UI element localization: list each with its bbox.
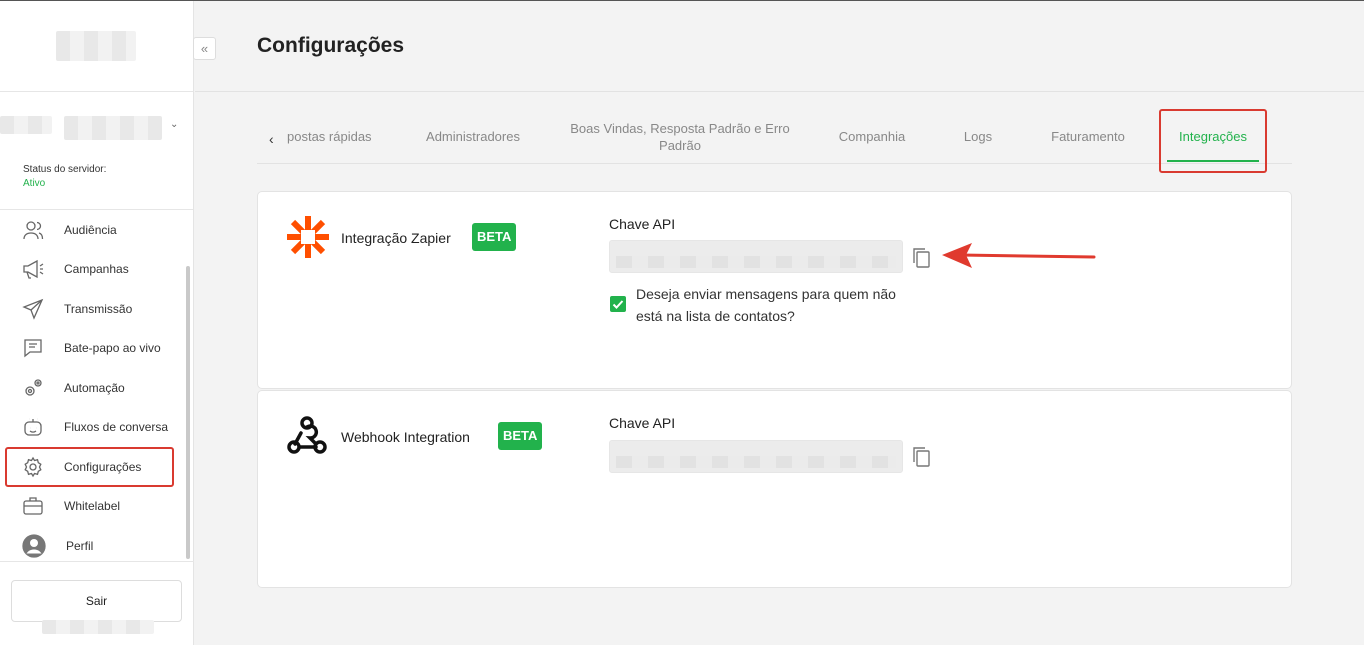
sidebar-nav: Audiência Campanhas Transmissão Bate-pap… xyxy=(0,210,194,566)
send-icon xyxy=(22,298,44,320)
tab-label: postas rápidas xyxy=(287,129,372,144)
page-header: Configurações xyxy=(195,1,1364,92)
api-key-input[interactable] xyxy=(609,240,903,273)
integration-name: Integração Zapier xyxy=(341,230,451,246)
beta-badge: BETA xyxy=(472,223,517,251)
tab-label: Boas Vindas, Resposta Padrão e Erro Padr… xyxy=(570,120,790,153)
sidebar-item-label: Configurações xyxy=(64,459,142,474)
page-title: Configurações xyxy=(257,34,405,57)
double-chevron-left-icon: « xyxy=(200,41,209,56)
footer-blurred xyxy=(42,620,154,634)
tab-label: Integrações xyxy=(1179,129,1247,144)
webhook-logo-icon xyxy=(287,416,327,454)
copy-api-key-button[interactable] xyxy=(910,246,932,270)
tab-respostas-rapidas[interactable]: postas rápidas xyxy=(287,109,377,164)
copy-icon xyxy=(913,447,930,467)
sidebar-footer: Sair xyxy=(0,561,194,645)
tab-label: Administradores xyxy=(426,129,520,144)
sidebar-item-configuracoes[interactable]: Configurações xyxy=(5,447,174,487)
api-key-label: Chave API xyxy=(609,216,676,232)
chat-icon xyxy=(24,339,42,358)
chevron-down-icon[interactable]: ⌄ xyxy=(170,119,178,130)
sidebar-item-label: Audiência xyxy=(64,222,117,237)
beta-badge: BETA xyxy=(498,422,543,450)
server-status-value: Ativo xyxy=(23,178,46,189)
server-status-label: Status do servidor: xyxy=(23,164,107,175)
sidebar-item-whitelabel[interactable]: Whitelabel xyxy=(0,487,194,527)
api-key-label: Chave API xyxy=(609,415,676,431)
tab-label: Faturamento xyxy=(1051,129,1125,144)
tab-integracoes[interactable]: Integrações xyxy=(1159,109,1267,164)
tab-faturamento[interactable]: Faturamento xyxy=(1035,109,1141,164)
logo-area xyxy=(0,1,193,92)
send-to-non-contacts-checkbox[interactable] xyxy=(610,296,626,312)
avatar-icon xyxy=(22,534,46,558)
sidebar-item-bate-papo[interactable]: Bate-papo ao vivo xyxy=(0,329,194,369)
collapse-sidebar-button[interactable]: « xyxy=(193,37,216,60)
tab-label: Companhia xyxy=(838,129,906,144)
api-key-blurred xyxy=(616,456,896,468)
sidebar-item-label: Campanhas xyxy=(64,262,129,277)
sidebar-item-transmissao[interactable]: Transmissão xyxy=(0,289,194,329)
logout-button[interactable]: Sair xyxy=(11,580,182,622)
sidebar: ⌄ Status do servidor: Ativo Audiência Ca… xyxy=(0,1,194,645)
sidebar-item-fluxos[interactable]: Fluxos de conversa xyxy=(0,408,194,448)
settings-tabs: ‹ postas rápidas Administradores Boas Vi… xyxy=(257,109,1292,173)
sidebar-item-automacao[interactable]: Automação xyxy=(0,368,194,408)
webhook-integration-card: Webhook Integration BETA Chave API xyxy=(257,390,1292,588)
send-to-non-contacts-label: Deseja enviar mensagens para quem não es… xyxy=(636,286,896,324)
account-name-blurred xyxy=(0,116,52,134)
gear-icon xyxy=(24,456,42,478)
logo-blurred xyxy=(56,31,136,61)
sidebar-item-perfil[interactable]: Perfil xyxy=(0,526,194,566)
megaphone-icon xyxy=(23,260,44,279)
api-key-blurred xyxy=(616,256,896,268)
zapier-integration-card: Integração Zapier BETA Chave API Deseja … xyxy=(257,191,1292,389)
tab-label: Logs xyxy=(963,129,993,144)
account-name-blurred-2 xyxy=(64,116,162,140)
users-icon xyxy=(23,221,44,239)
api-key-input[interactable] xyxy=(609,440,903,473)
integration-name: Webhook Integration xyxy=(341,429,470,445)
copy-icon xyxy=(913,248,930,268)
sidebar-item-label: Bate-papo ao vivo xyxy=(64,341,161,356)
account-selector[interactable]: ⌄ Status do servidor: Ativo xyxy=(0,92,193,210)
sidebar-scrollbar[interactable] xyxy=(186,266,190,559)
sidebar-item-label: Whitelabel xyxy=(64,499,121,514)
gears-icon xyxy=(25,379,42,396)
checkmark-icon xyxy=(612,300,624,309)
tab-administradores[interactable]: Administradores xyxy=(412,109,534,164)
copy-api-key-button[interactable] xyxy=(910,445,932,469)
sidebar-item-label: Transmissão xyxy=(64,301,133,316)
tab-boas-vindas[interactable]: Boas Vindas, Resposta Padrão e Erro Padr… xyxy=(565,109,795,164)
zapier-logo-icon xyxy=(287,216,329,258)
sidebar-item-label: Perfil xyxy=(66,538,94,553)
sidebar-item-label: Fluxos de conversa xyxy=(64,420,169,435)
briefcase-icon xyxy=(23,497,43,515)
sidebar-item-audiencia[interactable]: Audiência xyxy=(0,210,194,250)
bot-icon xyxy=(24,418,42,436)
tab-companhia[interactable]: Companhia xyxy=(822,109,922,164)
tab-logs[interactable]: Logs xyxy=(947,109,1009,164)
sidebar-item-label: Automação xyxy=(64,380,125,395)
sidebar-item-campanhas[interactable]: Campanhas xyxy=(0,250,194,290)
chevron-left-icon[interactable]: ‹ xyxy=(269,131,274,147)
